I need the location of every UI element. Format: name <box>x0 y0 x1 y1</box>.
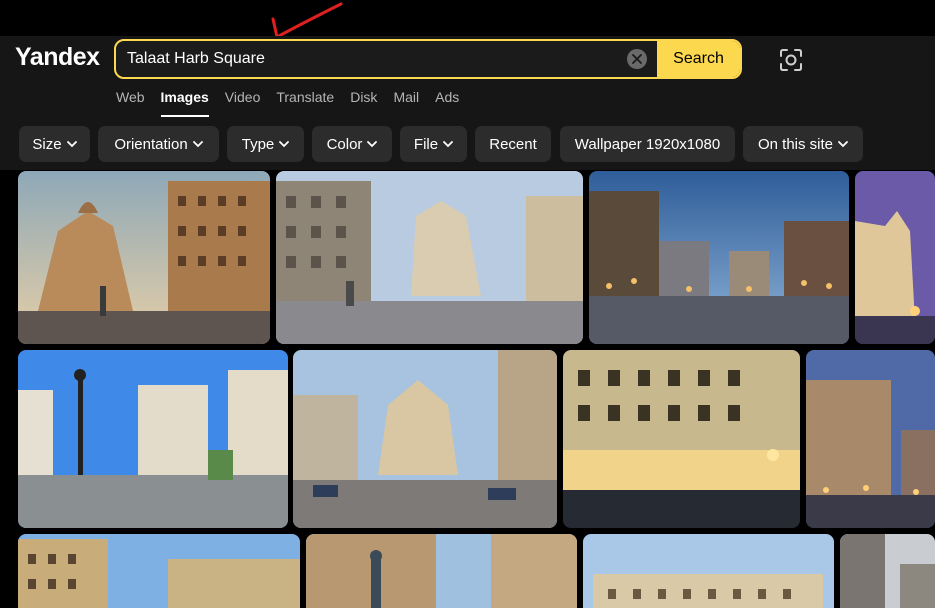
tab-web[interactable]: Web <box>116 89 145 117</box>
filter-label: File <box>413 135 439 153</box>
close-circle-icon[interactable] <box>627 49 647 69</box>
tab-mail[interactable]: Mail <box>393 89 419 117</box>
chevron-down-icon <box>279 140 290 147</box>
image-result[interactable] <box>306 534 577 608</box>
chevron-down-icon <box>443 140 453 147</box>
image-result[interactable] <box>806 350 935 528</box>
image-result[interactable] <box>18 171 270 344</box>
chevron-down-icon <box>838 140 848 147</box>
image-result[interactable] <box>276 171 583 344</box>
filter-orientation-button[interactable]: Orientation <box>98 126 219 162</box>
image-result[interactable] <box>18 534 300 608</box>
tab-video[interactable]: Video <box>225 89 261 117</box>
filter-label: Size <box>32 135 62 153</box>
image-result[interactable] <box>293 350 557 528</box>
filter-color-button[interactable]: Color <box>312 126 392 162</box>
filter-recent-button[interactable]: Recent <box>475 126 551 162</box>
search-box: Search <box>114 39 742 79</box>
camera-lens-icon[interactable] <box>777 46 805 74</box>
image-result[interactable] <box>563 350 800 528</box>
image-result[interactable] <box>583 534 834 608</box>
image-result[interactable] <box>840 534 935 608</box>
filter-on-this-site-button[interactable]: On this site <box>743 126 863 162</box>
chevron-down-icon <box>367 140 378 147</box>
top-strip <box>0 0 935 36</box>
nav-tabs: Web Images Video Translate Disk Mail Ads <box>116 89 475 117</box>
image-result[interactable] <box>589 171 849 344</box>
chevron-down-icon <box>66 140 77 147</box>
image-result[interactable] <box>18 350 288 528</box>
filter-label: Recent <box>489 135 537 153</box>
filter-label: Wallpaper 1920x1080 <box>574 135 721 153</box>
tab-translate[interactable]: Translate <box>276 89 334 117</box>
image-result[interactable] <box>855 171 935 344</box>
filter-label: Type <box>241 135 275 153</box>
search-input[interactable] <box>116 41 627 77</box>
tab-images[interactable]: Images <box>160 89 210 117</box>
filter-type-button[interactable]: Type <box>227 126 304 162</box>
search-button[interactable]: Search <box>657 41 740 77</box>
tab-ads[interactable]: Ads <box>435 89 459 117</box>
filter-label: Orientation <box>114 135 188 153</box>
tab-disk[interactable]: Disk <box>350 89 377 117</box>
chevron-down-icon <box>192 140 203 147</box>
filter-label: Color <box>326 135 363 153</box>
filter-size-button[interactable]: Size <box>19 126 90 162</box>
filter-file-button[interactable]: File <box>400 126 467 162</box>
logo[interactable]: Yandex <box>15 43 100 72</box>
image-results-grid <box>0 170 935 608</box>
filter-wallpaper-button[interactable]: Wallpaper 1920x1080 <box>560 126 735 162</box>
filter-label: On this site <box>757 135 834 153</box>
